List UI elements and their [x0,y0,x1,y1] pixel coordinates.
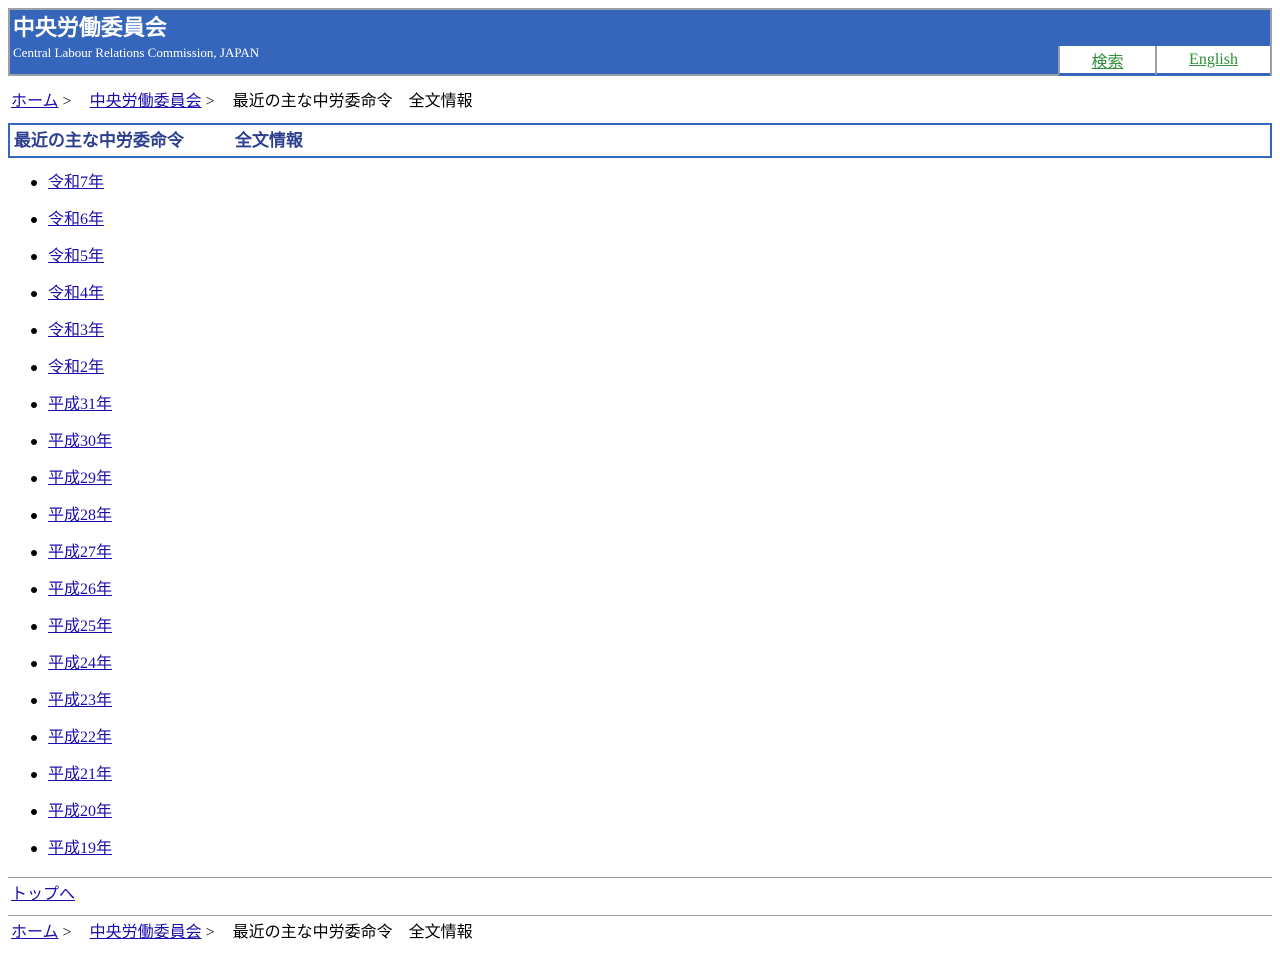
year-link[interactable]: 令和5年 [48,248,104,265]
year-link[interactable]: 平成27年 [48,544,112,561]
year-link[interactable]: 平成26年 [48,581,112,598]
list-item: 令和5年 [31,246,112,283]
breadcrumb-home-link[interactable]: ホーム [11,924,59,941]
site-subtitle: Central Labour Relations Commission, JAP… [13,45,260,60]
year-link[interactable]: 平成21年 [48,766,112,783]
year-link[interactable]: 平成31年 [48,396,112,413]
year-link[interactable]: 平成23年 [48,692,112,709]
list-item: 令和3年 [31,320,112,357]
list-item: 令和7年 [31,172,112,209]
bullet-icon [31,846,37,852]
year-link[interactable]: 平成28年 [48,507,112,524]
year-link[interactable]: 平成25年 [48,618,112,635]
bullet-icon [31,587,37,593]
breadcrumb-commission-link[interactable]: 中央労働委員会 [90,93,202,110]
year-link[interactable]: 令和3年 [48,322,104,339]
breadcrumb-bottom: ホーム > 中央労働委員会 > 最近の主な中労委命令 全文情報 [11,923,473,943]
year-list: 令和7年 令和6年 令和5年 令和4年 令和3年 令和2年 平成31年 平成30… [31,172,112,875]
bullet-icon [31,772,37,778]
bullet-icon [31,365,37,371]
bullet-icon [31,809,37,815]
bullet-icon [31,402,37,408]
breadcrumb: ホーム > 中央労働委員会 > 最近の主な中労委命令 全文情報 [11,92,473,112]
list-item: 平成30年 [31,431,112,468]
list-item: 令和6年 [31,209,112,246]
bullet-icon [31,291,37,297]
bullet-icon [31,661,37,667]
list-item: 令和2年 [31,357,112,394]
list-item: 平成23年 [31,690,112,727]
breadcrumb-home-link[interactable]: ホーム [11,93,59,110]
to-top-link[interactable]: トップへ [11,886,75,903]
list-item: 平成27年 [31,542,112,579]
search-link[interactable]: 検索 [1091,48,1123,72]
breadcrumb-current: 最近の主な中労委命令 全文情報 [232,924,473,941]
list-item: 平成28年 [31,505,112,542]
tab-search: 検索 [1058,46,1155,76]
year-link[interactable]: 平成20年 [48,803,112,820]
breadcrumb-separator: > [62,924,72,941]
breadcrumb-separator: > [205,93,215,110]
divider [8,915,1272,916]
year-link[interactable]: 平成24年 [48,655,112,672]
bullet-icon [31,550,37,556]
header-tabs: 検索 English [1058,46,1270,76]
site-header: 中央労働委員会 Central Labour Relations Commiss… [8,8,1272,76]
year-link[interactable]: 令和7年 [48,174,104,191]
list-item: 平成31年 [31,394,112,431]
breadcrumb-separator: > [205,924,215,941]
tab-english: English [1155,46,1270,76]
year-link[interactable]: 平成19年 [48,840,112,857]
year-link[interactable]: 平成30年 [48,433,112,450]
bullet-icon [31,439,37,445]
list-item: 平成21年 [31,764,112,801]
list-item: 平成22年 [31,727,112,764]
site-title: 中央労働委員会 [13,16,168,41]
list-item: 平成29年 [31,468,112,505]
list-item: 平成24年 [31,653,112,690]
list-item: 令和4年 [31,283,112,320]
year-link[interactable]: 平成29年 [48,470,112,487]
year-link[interactable]: 令和4年 [48,285,104,302]
bullet-icon [31,217,37,223]
bullet-icon [31,698,37,704]
list-item: 平成25年 [31,616,112,653]
breadcrumb-current: 最近の主な中労委命令 全文情報 [232,93,473,110]
bullet-icon [31,328,37,334]
list-item: 平成26年 [31,579,112,616]
bullet-icon [31,254,37,260]
page-title-box: 最近の主な中労委命令 全文情報 [8,123,1272,158]
to-top: トップへ [11,885,75,905]
bullet-icon [31,735,37,741]
bullet-icon [31,624,37,630]
breadcrumb-separator: > [62,93,72,110]
bullet-icon [31,180,37,186]
year-link[interactable]: 令和2年 [48,359,104,376]
page-title: 最近の主な中労委命令 全文情報 [14,131,303,151]
bullet-icon [31,513,37,519]
list-item: 平成20年 [31,801,112,838]
year-link[interactable]: 令和6年 [48,211,104,228]
bullet-icon [31,476,37,482]
english-link[interactable]: English [1189,51,1238,69]
list-item: 平成19年 [31,838,112,875]
year-link[interactable]: 平成22年 [48,729,112,746]
divider [8,877,1272,878]
breadcrumb-commission-link[interactable]: 中央労働委員会 [90,924,202,941]
